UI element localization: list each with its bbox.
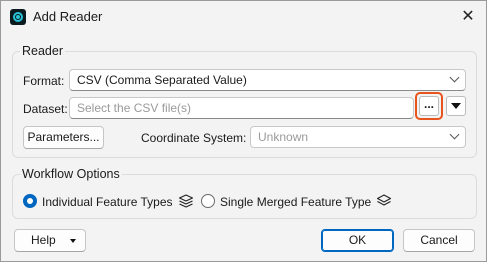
- dataset-options-dropdown-button[interactable]: [446, 96, 466, 116]
- format-label: Format:: [23, 74, 65, 88]
- add-reader-dialog: Add Reader ✕ Reader Format: CSV (Comma S…: [0, 0, 487, 262]
- coordinate-system-select[interactable]: Unknown: [250, 126, 466, 148]
- single-merged-feature-type-label[interactable]: Single Merged Feature Type: [220, 195, 371, 209]
- coordinate-system-label: Coordinate System:: [141, 131, 247, 145]
- dataset-placeholder: Select the CSV file(s): [77, 101, 192, 115]
- fme-logo-icon: [10, 9, 26, 25]
- caret-down-icon: [70, 239, 76, 243]
- format-value: CSV (Comma Separated Value): [77, 73, 247, 87]
- format-select[interactable]: CSV (Comma Separated Value): [69, 69, 466, 91]
- layers-icon: [376, 194, 392, 206]
- title-bar: Add Reader ✕: [1, 1, 486, 33]
- close-icon[interactable]: ✕: [456, 5, 480, 29]
- layers-icon: [178, 194, 194, 208]
- help-label: Help: [31, 233, 56, 247]
- workflow-options-label: Workflow Options: [20, 167, 122, 181]
- chevron-down-icon: [449, 72, 460, 83]
- cancel-button[interactable]: Cancel: [403, 229, 475, 252]
- parameters-button[interactable]: Parameters...: [23, 126, 104, 149]
- individual-feature-types-label[interactable]: Individual Feature Types: [42, 195, 173, 209]
- single-merged-feature-type-radio[interactable]: [201, 194, 215, 208]
- chevron-down-icon: [449, 129, 460, 140]
- dialog-title: Add Reader: [33, 9, 103, 24]
- browse-files-button[interactable]: ...: [419, 96, 439, 116]
- coordinate-system-value: Unknown: [258, 130, 309, 144]
- reader-group-label: Reader: [20, 44, 65, 58]
- help-button[interactable]: Help: [14, 229, 86, 252]
- dataset-input[interactable]: Select the CSV file(s): [69, 97, 414, 119]
- dataset-label: Dataset:: [23, 102, 68, 116]
- ok-button[interactable]: OK: [321, 229, 394, 252]
- individual-feature-types-radio[interactable]: [23, 194, 37, 208]
